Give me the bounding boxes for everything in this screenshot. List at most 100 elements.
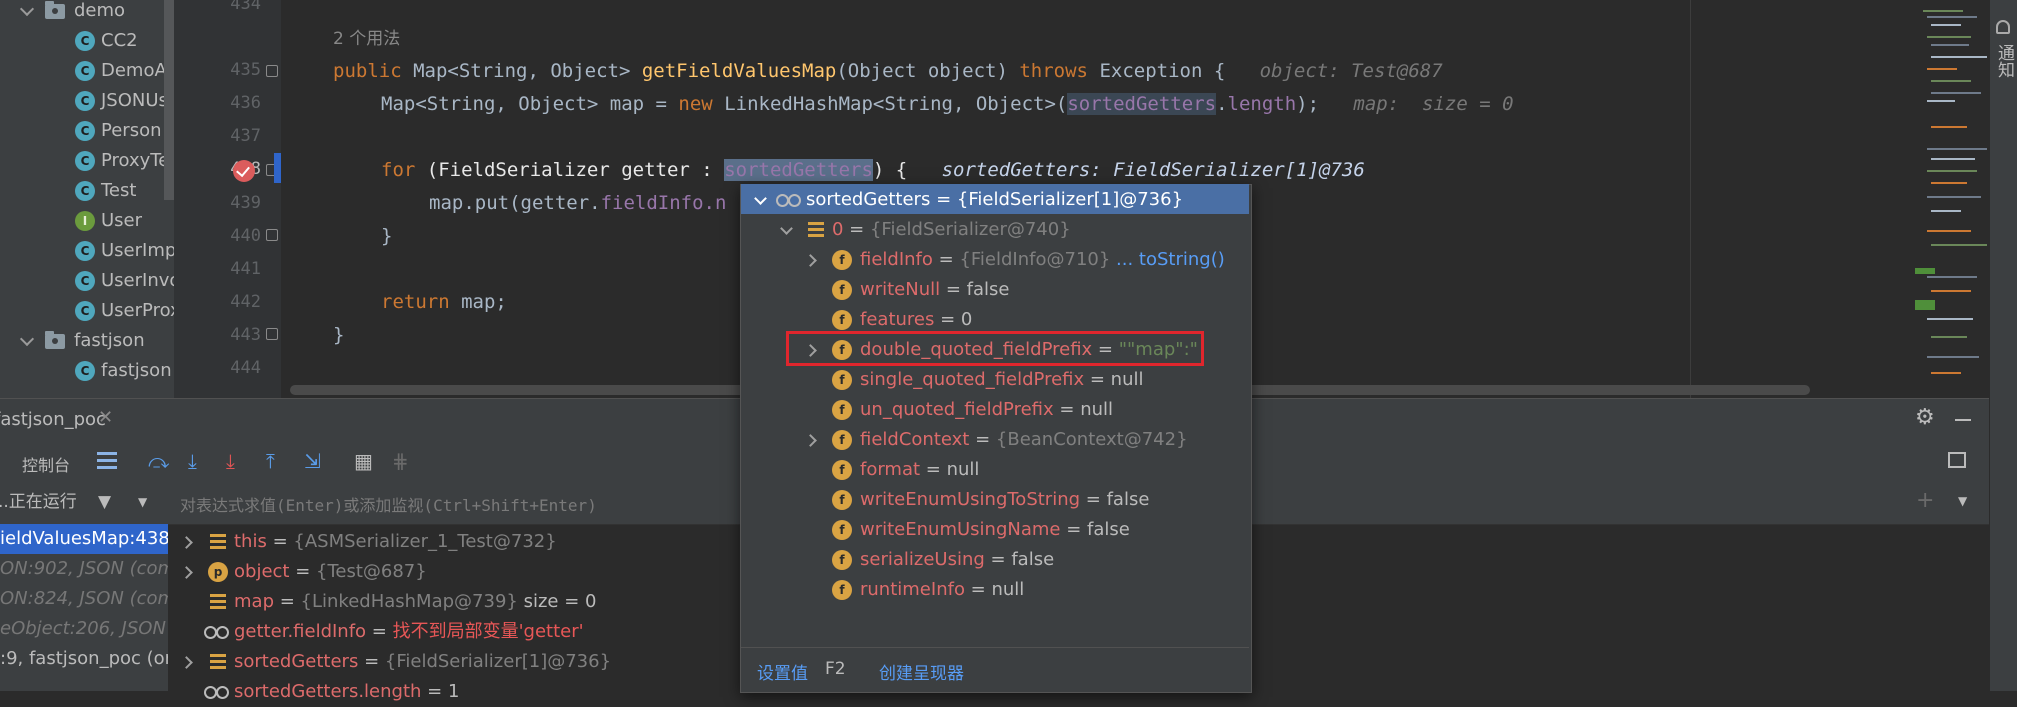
field-icon: f: [832, 280, 852, 300]
filter-icon[interactable]: ▼: [98, 484, 111, 520]
field-icon: f: [832, 580, 852, 600]
field-icon: f: [832, 250, 852, 270]
field-icon: f: [832, 550, 852, 570]
bell-icon[interactable]: [1996, 20, 2010, 34]
package-icon: [45, 1, 65, 19]
line-number: 436: [230, 93, 261, 113]
stack-frame[interactable]: eObject:206, JSON (: [0, 614, 168, 644]
line-number: 440: [230, 226, 261, 246]
class-icon: C: [75, 31, 95, 51]
set-value-link[interactable]: 设置值: [757, 659, 808, 684]
field-icon: f: [832, 430, 852, 450]
step-over-icon[interactable]: ⤼: [148, 450, 169, 472]
watch-icon: [776, 194, 802, 207]
code-line-442: return map;: [381, 291, 507, 313]
notifications-label[interactable]: 通知: [1994, 44, 2014, 78]
class-icon: C: [75, 301, 95, 321]
breakpoint-icon[interactable]: [233, 160, 255, 182]
thread-selector[interactable]: ..正在运行 ▼ ▼: [0, 484, 168, 520]
class-icon: C: [75, 361, 95, 381]
tree-item-interface[interactable]: I User: [0, 206, 164, 236]
array-icon: [208, 592, 228, 609]
tree-item-class[interactable]: C DemoAp: [0, 56, 174, 86]
watch-icon: [204, 686, 230, 699]
evaluate-table-icon[interactable]: ▦: [354, 450, 373, 472]
tree-item-class[interactable]: C UserProx: [0, 296, 174, 326]
field-icon: f: [832, 460, 852, 480]
tree-item-demo[interactable]: demo: [0, 0, 164, 26]
tree-item-fastjson[interactable]: fastjson: [0, 326, 164, 356]
line-number: 435: [230, 60, 261, 80]
class-icon: C: [75, 121, 95, 141]
project-tree[interactable]: demo C CC2 C DemoAp C JSONUse C Person C…: [0, 0, 174, 398]
create-renderer-link[interactable]: 创建呈现器: [879, 659, 964, 684]
evaluate-input[interactable]: 对表达式求值(Enter)或添加监视(Ctrl+Shift+Enter): [180, 492, 597, 516]
line-number: 443: [230, 325, 261, 345]
notifications-sidebar[interactable]: 通知: [1989, 0, 2017, 691]
add-watch-icon[interactable]: +: [1916, 488, 1934, 513]
chevron-down-icon[interactable]: [19, 331, 35, 347]
tree-item-class[interactable]: C JSONUse: [0, 86, 174, 116]
inline-value-hint: sortedGetters: FieldSerializer[1]@736: [941, 159, 1365, 181]
frames-list-icon[interactable]: [97, 452, 117, 455]
chevron-down-icon[interactable]: ▼: [1958, 494, 1967, 508]
code-line-435: public Map<String, Object> getFieldValue…: [333, 60, 1443, 82]
editor-gutter[interactable]: 434 435 436 437 438 439 440 441 442 443 …: [174, 0, 281, 398]
console-tab[interactable]: 控制台: [22, 452, 70, 476]
chevron-down-icon[interactable]: ▼: [138, 484, 147, 520]
fold-icon[interactable]: [266, 328, 278, 340]
tree-item-class[interactable]: C UserInvo: [0, 266, 174, 296]
stack-frame[interactable]: ieldValuesMap:438,: [0, 524, 168, 554]
line-number: 441: [230, 259, 261, 279]
tree-scrollbar[interactable]: [164, 0, 174, 200]
field-icon: f: [832, 370, 852, 390]
stack-frame[interactable]: ON:902, JSON (com.: [0, 554, 168, 584]
code-line-439: map.put(getter.fieldInfo.n: [429, 192, 727, 214]
tree-item-class[interactable]: C UserImpl: [0, 236, 174, 266]
layout-icon[interactable]: [1948, 452, 1966, 468]
code-line-436: Map<String, Object> map = new LinkedHash…: [381, 93, 1514, 115]
field-icon: f: [832, 520, 852, 540]
close-icon[interactable]: ✕: [98, 407, 113, 428]
tree-item-class[interactable]: C Person: [0, 116, 164, 146]
inline-value-hint: map: size = 0: [1353, 93, 1514, 115]
error-stripe[interactable]: [1913, 0, 1989, 398]
right-margin-guide: [1690, 0, 1691, 398]
highlight-annotation-box: [786, 331, 1204, 366]
tree-item-class[interactable]: C ProxyTes: [0, 146, 174, 176]
line-number: 442: [230, 292, 261, 312]
tree-item-class[interactable]: C CC2: [0, 26, 164, 56]
line-number: 444: [230, 358, 261, 378]
stack-frame[interactable]: :9, fastjson_poc (org: [0, 644, 168, 674]
tree-item-class[interactable]: C Test: [0, 176, 164, 206]
code-line-440: }: [381, 225, 393, 247]
inline-value-hint: object: Test@687: [1259, 60, 1443, 82]
to-string-link[interactable]: ... toString(): [1116, 249, 1225, 270]
line-number: 434: [230, 0, 261, 14]
usage-hint[interactable]: 2 个用法: [333, 24, 400, 54]
code-line-438: for (FieldSerializer getter : sortedGett…: [381, 159, 1365, 181]
force-step-into-icon[interactable]: ⤓: [226, 450, 235, 472]
fold-icon[interactable]: [266, 229, 278, 241]
frames-panel[interactable]: ..正在运行 ▼ ▼ ieldValuesMap:438, ON:902, JS…: [0, 484, 169, 691]
package-icon: [45, 331, 65, 349]
step-into-icon[interactable]: ⤓: [188, 450, 197, 472]
field-icon: f: [832, 400, 852, 420]
minimize-icon[interactable]: [1955, 419, 1971, 421]
chevron-down-icon[interactable]: [19, 1, 35, 17]
parameter-icon: p: [208, 562, 228, 582]
tree-item-class[interactable]: C fastjson: [0, 356, 172, 386]
trace-stream-icon[interactable]: ⋕: [392, 450, 409, 472]
debug-session-tab[interactable]: fastjson_poc: [0, 409, 106, 430]
class-icon: C: [75, 151, 95, 171]
fold-icon[interactable]: [266, 65, 278, 77]
line-number: 439: [230, 193, 261, 213]
gear-icon[interactable]: ⚙: [1915, 405, 1935, 430]
stack-frame[interactable]: ON:824, JSON (com.: [0, 584, 168, 614]
class-icon: C: [75, 271, 95, 291]
field-icon: f: [832, 490, 852, 510]
class-icon: C: [75, 181, 95, 201]
run-to-cursor-icon[interactable]: ⇲: [304, 450, 321, 472]
step-out-icon[interactable]: ⤒: [266, 450, 275, 472]
interface-icon: I: [75, 211, 95, 231]
